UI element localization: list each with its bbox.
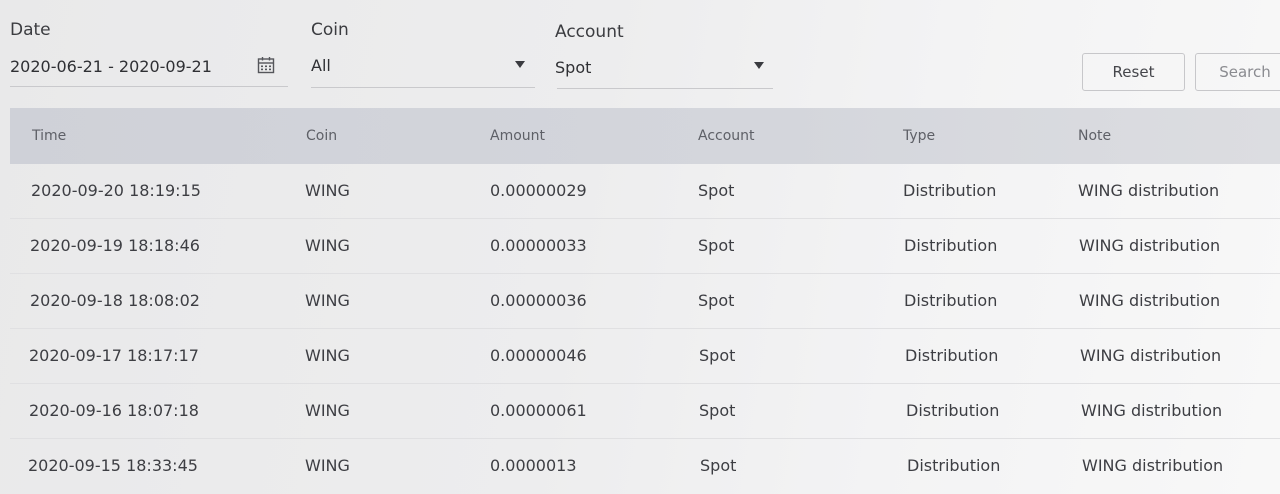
cell-coin: WING [305, 456, 350, 475]
table-row: 2020-09-20 18:19:15 WING 0.00000029 Spot… [10, 164, 1280, 219]
cell-note: WING distribution [1079, 291, 1221, 310]
filter-bar: Date 2020-06-21 - 2020-09-21 Coin All Ac… [0, 0, 1280, 108]
table-row: 2020-09-15 18:33:45 WING 0.0000013 Spot … [10, 439, 1280, 494]
cell-note: WING distribution [1078, 181, 1220, 200]
cell-note: WING distribution [1080, 346, 1222, 365]
column-header-type: Type [903, 128, 936, 144]
cell-amount: 0.0000013 [490, 456, 577, 475]
cell-type: Distribution [905, 346, 999, 365]
cell-note: WING distribution [1081, 401, 1223, 420]
cell-account: Spot [699, 401, 736, 420]
table-row: 2020-09-19 18:18:46 WING 0.00000033 Spot… [10, 219, 1280, 274]
reset-button[interactable]: Reset [1082, 53, 1185, 91]
date-label: Date [10, 20, 51, 40]
date-underline [10, 86, 288, 87]
cell-type: Distribution [906, 401, 1000, 420]
cell-time: 2020-09-19 18:18:46 [30, 236, 200, 255]
cell-amount: 0.00000036 [490, 291, 587, 310]
table-row: 2020-09-16 18:07:18 WING 0.00000061 Spot… [10, 384, 1280, 439]
caret-down-icon[interactable] [515, 61, 525, 68]
cell-coin: WING [305, 291, 350, 310]
cell-type: Distribution [904, 236, 998, 255]
table-row: 2020-09-18 18:08:02 WING 0.00000036 Spot… [10, 274, 1280, 329]
coin-label: Coin [311, 20, 349, 40]
search-button[interactable]: Search [1195, 53, 1280, 91]
date-range-input[interactable]: 2020-06-21 - 2020-09-21 [10, 57, 212, 76]
table-header: Time Coin Amount Account Type Note [10, 108, 1280, 164]
column-header-note: Note [1078, 128, 1112, 144]
column-header-time: Time [32, 128, 67, 144]
table-row: 2020-09-17 18:17:17 WING 0.00000046 Spot… [10, 329, 1280, 384]
cell-amount: 0.00000029 [490, 181, 587, 200]
account-select[interactable]: Spot [555, 58, 591, 77]
cell-amount: 0.00000046 [490, 346, 587, 365]
cell-coin: WING [305, 346, 350, 365]
account-label: Account [555, 22, 624, 42]
cell-coin: WING [305, 401, 350, 420]
calendar-icon[interactable] [257, 56, 275, 74]
account-underline [557, 88, 773, 89]
cell-note: WING distribution [1082, 456, 1224, 475]
cell-account: Spot [698, 291, 735, 310]
column-header-amount: Amount [490, 128, 546, 144]
cell-account: Spot [698, 181, 735, 200]
cell-amount: 0.00000033 [490, 236, 587, 255]
cell-account: Spot [700, 456, 737, 475]
cell-time: 2020-09-16 18:07:18 [29, 401, 199, 420]
cell-time: 2020-09-17 18:17:17 [29, 346, 199, 365]
cell-note: WING distribution [1079, 236, 1221, 255]
cell-type: Distribution [904, 291, 998, 310]
cell-amount: 0.00000061 [490, 401, 587, 420]
column-header-account: Account [698, 128, 755, 144]
cell-account: Spot [698, 236, 735, 255]
cell-type: Distribution [907, 456, 1001, 475]
column-header-coin: Coin [306, 128, 338, 144]
cell-coin: WING [305, 236, 350, 255]
cell-type: Distribution [903, 181, 997, 200]
cell-account: Spot [699, 346, 736, 365]
cell-coin: WING [305, 181, 350, 200]
cell-time: 2020-09-15 18:33:45 [28, 456, 198, 475]
cell-time: 2020-09-20 18:19:15 [31, 181, 201, 200]
cell-time: 2020-09-18 18:08:02 [30, 291, 200, 310]
coin-select[interactable]: All [311, 56, 331, 75]
caret-down-icon[interactable] [754, 62, 764, 69]
coin-underline [311, 87, 535, 88]
